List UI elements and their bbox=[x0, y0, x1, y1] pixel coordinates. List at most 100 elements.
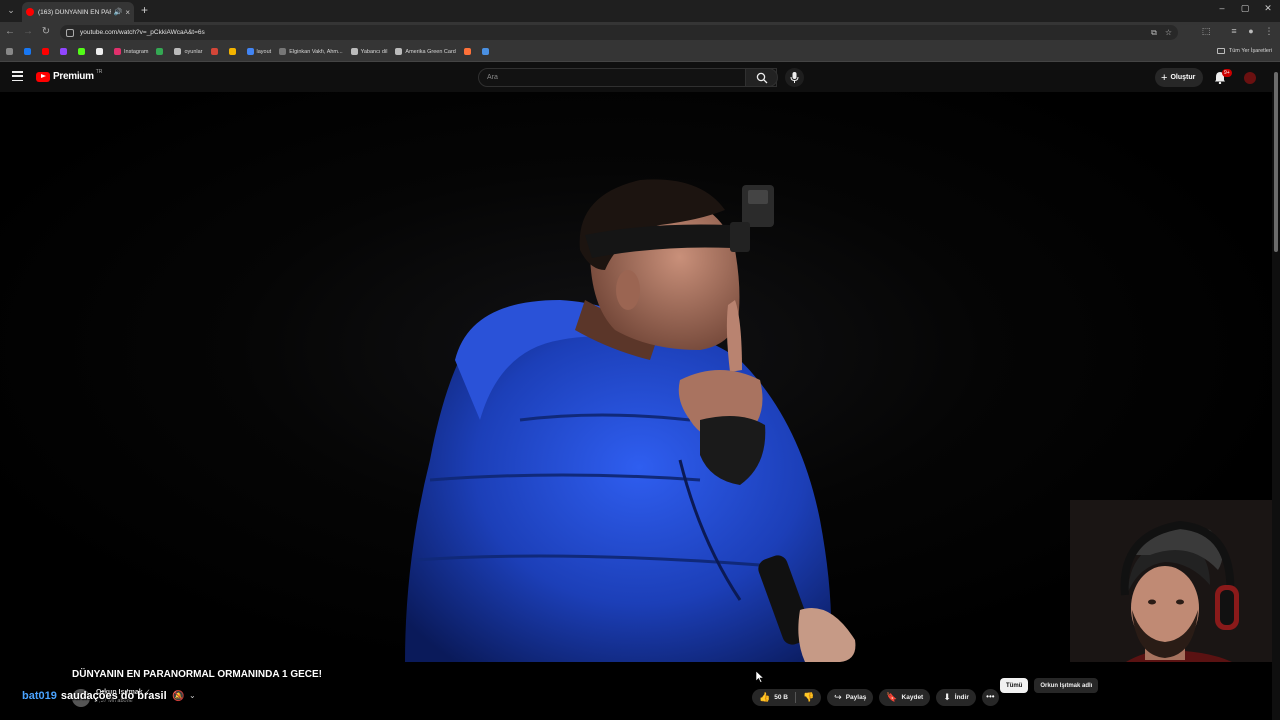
bookmark-item[interactable] bbox=[210, 48, 221, 55]
scrollbar-thumb[interactable] bbox=[1274, 72, 1278, 252]
like-button[interactable]: 👍 50 B bbox=[752, 689, 795, 706]
bookmark-item[interactable] bbox=[24, 48, 34, 55]
bookmark-label: Elginkan Vakfı, Ahm... bbox=[289, 48, 343, 55]
bookmark-favicon-icon bbox=[78, 48, 85, 55]
youtube-play-logo-icon bbox=[36, 71, 50, 82]
apps-grid-icon[interactable] bbox=[6, 48, 16, 55]
browser-toolbar: ← → ↻ youtube.com/watch?v=_pCkkiAWcaA&t=… bbox=[0, 22, 1280, 42]
chip-all[interactable]: Tümü bbox=[1000, 678, 1029, 693]
bookmark-favicon-icon bbox=[210, 48, 218, 55]
bookmark-favicon-icon bbox=[395, 48, 403, 55]
video-player[interactable] bbox=[0, 92, 1272, 662]
save-button[interactable]: 🔖 Kaydet bbox=[879, 689, 931, 706]
create-button[interactable]: + Oluştur bbox=[1155, 68, 1203, 87]
bookmark-item[interactable] bbox=[481, 48, 492, 55]
microphone-icon bbox=[790, 72, 799, 83]
browser-tab[interactable]: (163) DÜNYANIN EN PARANORMAL ORMANINDA 1… bbox=[22, 2, 134, 22]
page-scrollbar[interactable] bbox=[1272, 62, 1280, 720]
download-icon: ⬇ bbox=[943, 692, 951, 702]
webcam-overlay bbox=[1070, 500, 1272, 662]
subscribed-bell-icon[interactable]: 🔕 bbox=[172, 691, 184, 702]
bookmark-item[interactable]: Amerika Green Card bbox=[395, 48, 456, 55]
download-label: İndir bbox=[954, 694, 969, 701]
account-avatar[interactable] bbox=[1244, 72, 1256, 84]
bookmark-label: Instagram bbox=[124, 48, 149, 55]
bookmark-item[interactable]: layout bbox=[246, 48, 272, 55]
thumbs-up-icon: 👍 bbox=[759, 692, 771, 702]
bookmark-item[interactable]: Instagram bbox=[114, 48, 148, 55]
bookmark-label: Amerika Green Card bbox=[405, 48, 456, 55]
bookmark-item[interactable] bbox=[228, 48, 239, 55]
browser-menu-icon[interactable]: ⋮ bbox=[1263, 26, 1275, 37]
bookmark-favicon-icon bbox=[42, 48, 49, 55]
bookmark-favicon-icon bbox=[463, 48, 471, 55]
more-actions-button[interactable]: ••• bbox=[981, 689, 999, 706]
back-arrow-icon[interactable]: ← bbox=[4, 26, 16, 38]
share-button[interactable]: ↪ Paylaş bbox=[827, 689, 874, 706]
chat-username: bat019 bbox=[22, 690, 57, 702]
youtube-masthead: Premium TR Ara + Oluştur 9+ bbox=[0, 62, 1280, 92]
voice-search-button[interactable] bbox=[785, 68, 804, 87]
all-bookmarks-button[interactable]: Tüm Yer İşaretleri bbox=[1216, 48, 1272, 54]
search-input[interactable]: Ara bbox=[478, 68, 777, 87]
forward-arrow-icon[interactable]: → bbox=[22, 26, 34, 38]
youtube-favicon-icon bbox=[26, 8, 34, 16]
share-arrow-icon: ↪ bbox=[834, 692, 842, 702]
chat-message-overlay: bat019 saudações do brasil bbox=[22, 690, 167, 702]
bookmark-item[interactable] bbox=[156, 48, 166, 55]
bookmark-item[interactable]: Elginkan Vakfı, Ahm... bbox=[279, 48, 343, 55]
bookmark-label: oyunlar bbox=[184, 48, 203, 55]
all-bookmarks-label: Tüm Yer İşaretleri bbox=[1228, 48, 1272, 54]
browser-tab-bar: ⌄ (163) DÜNYANIN EN PARANORMAL ORMANINDA… bbox=[0, 0, 1280, 22]
media-controls-icon[interactable]: ≡ bbox=[1228, 26, 1240, 36]
maximize-button[interactable]: ▢ bbox=[1239, 3, 1251, 14]
tab-search-icon[interactable]: ⌄ bbox=[4, 3, 18, 17]
thumbs-down-icon: 👎 bbox=[802, 692, 815, 702]
save-label: Kaydet bbox=[901, 694, 924, 701]
install-app-icon[interactable]: ⧉ bbox=[1151, 28, 1157, 38]
related-filter-chips: Tümü Orkun Işıtmak adlı bbox=[1000, 678, 1104, 693]
url-text[interactable]: youtube.com/watch?v=_pCkkiAWcaA&t=6s bbox=[80, 29, 1143, 36]
chevron-down-icon[interactable]: ⌄ bbox=[189, 691, 196, 700]
bookmark-item[interactable]: oyunlar bbox=[174, 48, 203, 55]
bookmark-star-icon[interactable]: ☆ bbox=[1165, 28, 1172, 37]
extensions-icon[interactable]: ⬚ bbox=[1200, 26, 1212, 37]
profile-avatar-icon[interactable]: ● bbox=[1245, 26, 1257, 36]
bookmark-item[interactable] bbox=[60, 48, 70, 55]
dislike-button[interactable]: 👎 bbox=[796, 689, 821, 706]
address-bar[interactable]: youtube.com/watch?v=_pCkkiAWcaA&t=6s ⧉ ☆ bbox=[60, 25, 1178, 40]
bookmark-favicon-icon bbox=[60, 48, 67, 55]
minimize-button[interactable]: – bbox=[1216, 3, 1228, 13]
audio-playing-icon[interactable]: 🔊 bbox=[114, 8, 123, 16]
close-window-button[interactable]: ✕ bbox=[1262, 3, 1274, 14]
bookmark-item[interactable]: Yabancı dil bbox=[350, 48, 387, 55]
streamer-webcam-image bbox=[1070, 500, 1272, 662]
video-title: DÜNYANIN EN PARANORMAL ORMANINDA 1 GECE! bbox=[72, 669, 323, 680]
bookmark-favicon-icon bbox=[156, 48, 164, 55]
youtube-premium-logo[interactable]: Premium TR bbox=[36, 69, 102, 82]
video-actions: 👍 50 B 👎 ↪ Paylaş 🔖 Kaydet ⬇ İndir ••• bbox=[752, 689, 999, 706]
chat-message-text: saudações do brasil bbox=[60, 690, 167, 702]
download-button[interactable]: ⬇ İndir bbox=[936, 689, 976, 706]
mouse-cursor-icon bbox=[756, 671, 764, 683]
bookmark-favicon-icon bbox=[228, 48, 236, 55]
bookmark-item[interactable] bbox=[463, 48, 474, 55]
search-button[interactable] bbox=[745, 68, 778, 87]
tab-close-icon[interactable]: × bbox=[125, 8, 130, 17]
bookmark-favicon-icon bbox=[174, 48, 182, 55]
search-placeholder: Ara bbox=[487, 74, 498, 81]
menu-hamburger-icon[interactable] bbox=[12, 71, 23, 81]
new-tab-button[interactable]: + bbox=[141, 3, 153, 17]
bookmark-favicon-icon bbox=[96, 48, 103, 55]
chip-channel[interactable]: Orkun Işıtmak adlı bbox=[1034, 678, 1099, 693]
bookmark-favicon-icon bbox=[114, 48, 121, 55]
bookmark-item[interactable] bbox=[42, 48, 52, 55]
reload-icon[interactable]: ↻ bbox=[40, 26, 52, 38]
notification-count-badge: 9+ bbox=[1222, 69, 1232, 77]
share-label: Paylaş bbox=[845, 694, 867, 701]
bookmark-item[interactable] bbox=[78, 48, 88, 55]
bookmark-item[interactable] bbox=[96, 48, 106, 55]
bookmark-label: layout bbox=[256, 48, 272, 55]
site-info-icon[interactable] bbox=[66, 28, 74, 37]
bookmark-favicon-icon bbox=[246, 48, 254, 55]
